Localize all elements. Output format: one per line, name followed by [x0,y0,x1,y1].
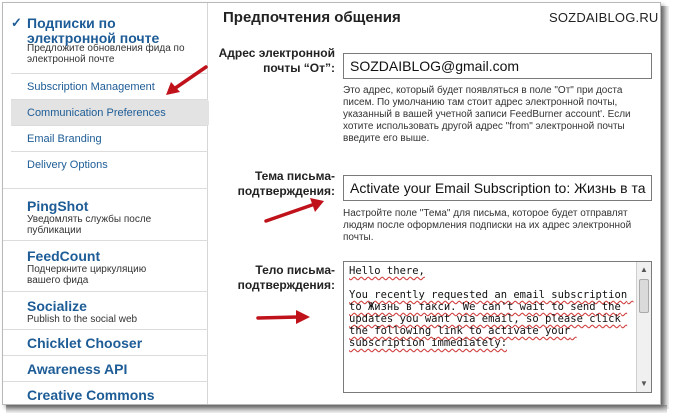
subject-help-line: почты. [343,232,374,243]
annotation-arrow-icon [166,65,208,95]
sidebar-section-chicklet: Chicklet Chooser [3,329,208,355]
annotation-arrow-icon [264,198,324,223]
checkmark-icon: ✓ [11,15,22,30]
body-label: Тело письма-подтверждения: [237,263,335,292]
sidebar-title-creative-commons[interactable]: Creative Commons [27,388,155,403]
sidebar-title-pingshot[interactable]: PingShot [27,199,88,214]
sidebar-item-delivery-options[interactable]: Delivery Options [11,151,208,177]
subject-input[interactable]: Activate your Email Subscription to: Жиз… [343,175,652,201]
sidebar-desc-pingshot: Уведомлять службы после публикации [27,214,152,236]
subject-label: Тема письма-подтверждения: [237,169,335,198]
textarea-scrollbar[interactable]: ▲ ▼ [636,262,651,392]
from-help-line: указанный в вашей учетной записи FeedBur… [343,109,631,120]
body-textarea[interactable]: Hello there, You recently requested an e… [343,261,652,393]
sidebar-title-chicklet-chooser[interactable]: Chicklet Chooser [27,336,142,351]
from-help-line: введите его выше. [343,133,430,144]
scroll-down-icon[interactable]: ▼ [637,377,651,391]
sidebar-title-awareness-api[interactable]: Awareness API [27,362,127,377]
sidebar-item-email-branding[interactable]: Email Branding [11,125,208,151]
sidebar-title-feedcount[interactable]: FeedCount [27,249,100,264]
sidebar-section-awareness: Awareness API [3,355,208,381]
page-title: Предпочтения общения [223,9,401,26]
subject-help-line: Настройте поле "Тема" для письма, которо… [343,208,628,219]
from-address-label: Адрес электронной почты “От”: [218,46,335,75]
from-help-line: Это адрес, который будет появляться в по… [343,85,623,96]
shadow-right [661,6,669,409]
sidebar-section-creative-commons: Creative Commons [3,381,208,404]
annotation-arrow-icon [256,310,310,324]
sidebar-section-socialize: Socialize Publish to the social web [3,291,208,327]
sidebar-title-email-subscriptions[interactable]: Подписки по электронной почте [27,16,197,46]
from-help-line: хотите использовать другой адрес "from" … [343,121,625,132]
sidebar-item-communication-preferences[interactable]: Communication Preferences [11,99,216,126]
body-textarea-text[interactable]: Hello there, You recently requested an e… [349,265,637,349]
shadow-bottom [6,405,667,413]
scroll-up-icon[interactable]: ▲ [637,263,651,277]
watermark-text: SOZDAIBLOG.RU [549,10,659,25]
scroll-thumb[interactable] [639,279,649,313]
from-address-input[interactable]: SOZDAIBLOG@gmail.com [343,53,652,79]
from-help-line: писем. По умолчанию там стоит адрес элек… [343,97,618,108]
sidebar-section-pingshot: PingShot Уведомлять службы после публика… [3,188,208,238]
sidebar-desc-socialize: Publish to the social web [27,314,138,325]
sidebar-desc-feedcount: Подчеркните циркуляцию вашего фида [27,264,147,286]
subject-help-line: людям после оформления подписки на их ад… [343,220,632,231]
sidebar-section-feedcount: FeedCount Подчеркните циркуляцию вашего … [3,240,208,290]
screenshot-frame: ✓ Подписки по электронной почте Предложи… [2,2,661,405]
sidebar-title-socialize[interactable]: Socialize [27,299,87,314]
